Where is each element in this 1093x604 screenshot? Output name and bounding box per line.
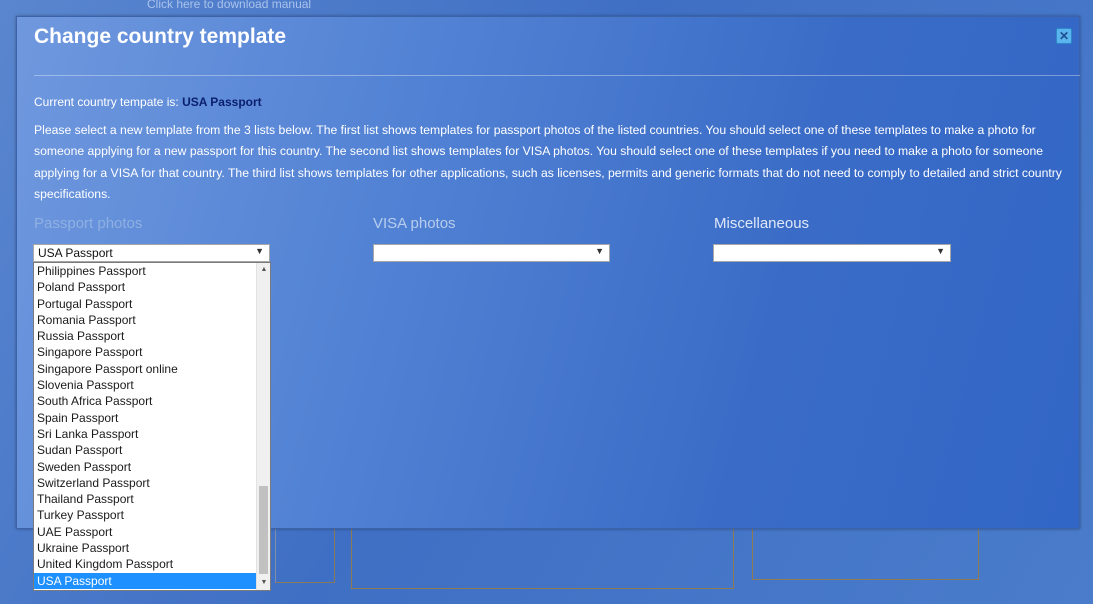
background-panel — [275, 528, 335, 583]
dropdown-option[interactable]: UAE Passport — [34, 524, 257, 540]
current-template: Current country tempate is: USA Passport — [34, 95, 262, 109]
dropdown-option[interactable]: South Africa Passport — [34, 393, 257, 409]
dropdown-option[interactable]: Sudan Passport — [34, 442, 257, 458]
visa-select[interactable]: ▼ — [373, 244, 610, 262]
dropdown-option[interactable]: USA Passport — [34, 572, 257, 589]
download-manual-link[interactable]: Click here to download manual — [147, 0, 311, 11]
dropdown-option[interactable]: Sri Lanka Passport — [34, 426, 257, 442]
dropdown-option[interactable]: Spain Passport — [34, 410, 257, 426]
dropdown-option[interactable]: Switzerland Passport — [34, 475, 257, 491]
dialog-title: Change country template — [34, 25, 287, 48]
dropdown-option[interactable]: Romania Passport — [34, 312, 257, 328]
dropdown-option[interactable]: Slovenia Passport — [34, 377, 257, 393]
dropdown-option[interactable]: Thailand Passport — [34, 491, 257, 507]
dropdown-option[interactable]: Singapore Passport online — [34, 361, 257, 377]
dropdown-option[interactable]: Philippines Passport — [34, 263, 257, 279]
dropdown-option[interactable]: Poland Passport — [34, 279, 257, 295]
dropdown-option[interactable]: Sweden Passport — [34, 459, 257, 475]
background-panel — [351, 528, 734, 589]
visa-photos-label: VISA photos — [373, 215, 456, 232]
dropdown-option[interactable]: Portugal Passport — [34, 296, 257, 312]
passport-select[interactable]: USA Passport ▼ — [33, 244, 270, 262]
passport-dropdown-list[interactable]: Philippines Passport Poland Passport Portu… — [33, 262, 271, 591]
passport-photos-label: Passport photos — [34, 215, 143, 232]
current-template-label: Current country tempate is: — [34, 95, 179, 109]
scroll-down-icon[interactable]: ▼ — [257, 576, 270, 590]
misc-select[interactable]: ▼ — [713, 244, 951, 262]
scrollbar[interactable]: ▲ ▼ — [256, 263, 270, 590]
dropdown-option[interactable]: Singapore Passport — [34, 344, 257, 360]
dropdown-option[interactable]: United Kingdom Passport — [34, 556, 257, 572]
passport-select-value: USA Passport — [38, 246, 113, 260]
chevron-down-icon: ▼ — [255, 246, 264, 256]
miscellaneous-label: Miscellaneous — [714, 215, 810, 232]
dropdown-option[interactable]: Ukraine Passport — [34, 540, 257, 556]
instructions-text: Please select a new template from the 3 … — [34, 123, 1062, 202]
close-icon[interactable]: ✕ — [1056, 28, 1072, 44]
current-template-value: USA Passport — [182, 95, 262, 109]
background-panel — [752, 528, 979, 580]
dropdown-option[interactable]: Russia Passport — [34, 328, 257, 344]
dropdown-option[interactable]: Turkey Passport — [34, 507, 257, 523]
divider — [34, 75, 1080, 76]
dropdown-options: Philippines Passport Poland Passport Portu… — [34, 263, 257, 589]
chevron-down-icon: ▼ — [595, 246, 604, 256]
scroll-up-icon[interactable]: ▲ — [257, 263, 270, 277]
chevron-down-icon: ▼ — [936, 246, 945, 256]
scrollbar-thumb[interactable] — [259, 486, 268, 574]
